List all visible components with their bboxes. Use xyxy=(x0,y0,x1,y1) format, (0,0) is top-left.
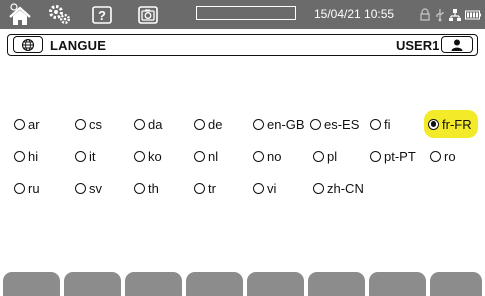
progress-bar xyxy=(196,6,296,20)
language-option-vi[interactable]: vi xyxy=(253,176,276,200)
language-label: da xyxy=(148,116,163,132)
language-label: fr-FR xyxy=(442,116,472,132)
language-option-pl[interactable]: pl xyxy=(313,144,337,168)
language-label: es-ES xyxy=(324,116,360,132)
radio-icon xyxy=(134,182,145,194)
home-icon[interactable] xyxy=(6,0,34,29)
softkey-1[interactable] xyxy=(3,272,60,296)
language-option-hi[interactable]: hi xyxy=(14,144,38,168)
radio-icon xyxy=(14,182,25,194)
radio-icon xyxy=(75,150,86,162)
date-time: 15/04/21 10:55 xyxy=(314,7,395,21)
radio-icon xyxy=(75,182,86,194)
top-toolbar: ? 15/04/21 10:55 xyxy=(0,0,485,29)
user-label: USER1 xyxy=(396,38,440,53)
language-option-no[interactable]: no xyxy=(253,144,281,168)
language-label: ar xyxy=(28,116,40,132)
radio-icon xyxy=(253,150,264,162)
user-icon[interactable] xyxy=(441,36,473,53)
language-label: pt-PT xyxy=(384,148,416,164)
radio-icon xyxy=(75,118,86,130)
radio-icon xyxy=(253,182,264,194)
language-label: no xyxy=(267,148,282,164)
language-option-nl[interactable]: nl xyxy=(194,144,218,168)
language-option-ar[interactable]: ar xyxy=(14,112,40,136)
language-option-tr[interactable]: tr xyxy=(194,176,216,200)
language-option-th[interactable]: th xyxy=(134,176,159,200)
page-title: LANGUE xyxy=(50,38,107,53)
radio-icon xyxy=(14,118,25,130)
language-option-it[interactable]: it xyxy=(75,144,96,168)
radio-icon xyxy=(134,118,145,130)
language-option-fi[interactable]: fi xyxy=(370,112,391,136)
globe-icon[interactable] xyxy=(13,36,43,53)
softkey-2[interactable] xyxy=(64,272,121,296)
radio-icon xyxy=(194,118,205,130)
language-label: zh-CN xyxy=(327,180,364,196)
language-label: hi xyxy=(28,148,39,164)
language-option-ro[interactable]: ro xyxy=(430,144,456,168)
language-label: sv xyxy=(89,180,102,196)
radio-icon xyxy=(310,118,321,130)
language-option-fr-fr[interactable]: fr-FR xyxy=(424,110,478,138)
radio-icon xyxy=(194,182,205,194)
lock-icon xyxy=(418,0,432,29)
language-label: it xyxy=(89,148,96,164)
battery-icon xyxy=(465,0,481,29)
radio-icon xyxy=(430,150,441,162)
usb-icon xyxy=(433,0,447,29)
network-icon xyxy=(448,0,462,29)
language-label: tr xyxy=(208,180,216,196)
radio-icon xyxy=(370,118,381,130)
language-option-da[interactable]: da xyxy=(134,112,162,136)
camera-icon[interactable] xyxy=(135,0,161,29)
language-label: nl xyxy=(208,148,219,164)
radio-selected-icon xyxy=(428,118,439,130)
language-label: vi xyxy=(267,180,277,196)
softkey-3[interactable] xyxy=(125,272,182,296)
radio-icon xyxy=(14,150,25,162)
language-label: ro xyxy=(444,148,456,164)
language-label: ko xyxy=(148,148,162,164)
radio-icon xyxy=(370,150,381,162)
language-option-en-gb[interactable]: en-GB xyxy=(253,112,305,136)
radio-icon xyxy=(253,118,264,130)
settings-gear-icon[interactable] xyxy=(45,0,75,29)
softkey-7[interactable] xyxy=(369,272,426,296)
language-label: fi xyxy=(384,116,391,132)
language-label: cs xyxy=(89,116,102,132)
radio-icon xyxy=(194,150,205,162)
radio-icon xyxy=(134,150,145,162)
language-option-ru[interactable]: ru xyxy=(14,176,40,200)
language-label: en-GB xyxy=(267,116,305,132)
help-icon[interactable]: ? xyxy=(89,0,115,29)
softkey-5[interactable] xyxy=(247,272,304,296)
radio-icon xyxy=(313,150,324,162)
language-option-cs[interactable]: cs xyxy=(75,112,102,136)
language-option-pt-pt[interactable]: pt-PT xyxy=(370,144,416,168)
softkey-8[interactable] xyxy=(430,272,482,296)
language-option-es-es[interactable]: es-ES xyxy=(310,112,359,136)
language-option-ko[interactable]: ko xyxy=(134,144,162,168)
language-label: de xyxy=(208,116,223,132)
softkey-6[interactable] xyxy=(308,272,365,296)
language-option-de[interactable]: de xyxy=(194,112,222,136)
language-label: th xyxy=(148,180,159,196)
language-option-zh-cn[interactable]: zh-CN xyxy=(313,176,364,200)
language-label: pl xyxy=(327,148,338,164)
radio-icon xyxy=(313,182,324,194)
language-label: ru xyxy=(28,180,40,196)
softkey-4[interactable] xyxy=(186,272,243,296)
svg-text:?: ? xyxy=(98,8,106,23)
language-option-sv[interactable]: sv xyxy=(75,176,102,200)
title-bar: LANGUE USER1 xyxy=(7,34,478,56)
